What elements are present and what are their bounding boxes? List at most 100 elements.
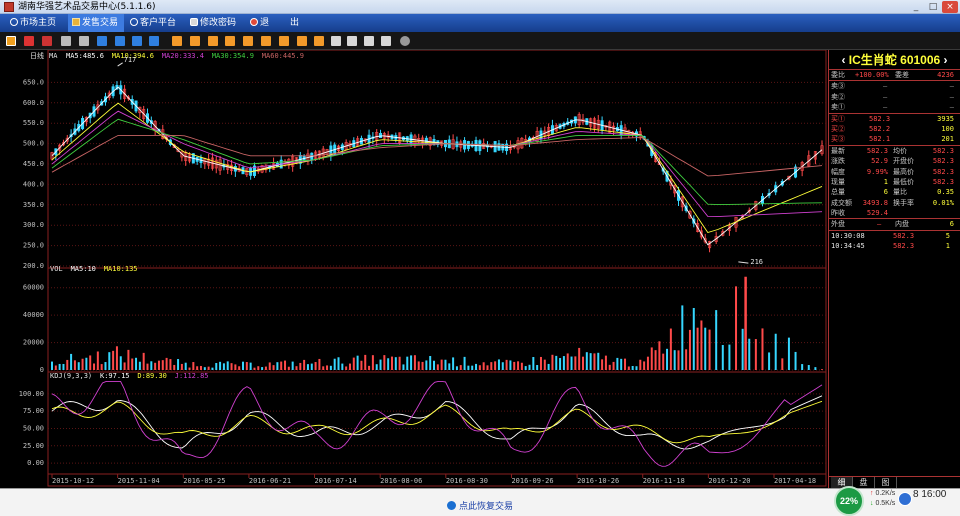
tool-5-icon[interactable]: [243, 36, 253, 46]
kline-chart-svg[interactable]: 650.0 600.0 550.0 500.0 450.0 400.0 350.0 300.0…: [0, 50, 828, 488]
candle-body: [379, 132, 383, 138]
stat-label-2: 开盘价: [893, 157, 914, 166]
quote-name: IC生肖蛇: [848, 53, 897, 67]
weibi-label: 委比: [831, 71, 845, 79]
volume-bar: [238, 366, 241, 370]
volume-bar: [578, 347, 581, 370]
maximize-button[interactable]: □: [925, 1, 941, 13]
trend-line-icon[interactable]: [24, 36, 34, 46]
menu-logout[interactable]: 退: [250, 14, 272, 32]
volume-bar: [398, 356, 401, 370]
next-arrow-icon[interactable]: ›: [944, 53, 948, 67]
brush-icon[interactable]: [381, 36, 391, 46]
zoom-out-icon[interactable]: [347, 36, 357, 46]
volume-bar: [513, 361, 516, 370]
volume-bar: [497, 359, 500, 370]
date-tick-label: 2016-06-21: [249, 477, 291, 485]
volume-bar: [658, 341, 661, 370]
gear-icon[interactable]: [400, 36, 410, 46]
prev-arrow-icon[interactable]: ‹: [841, 53, 845, 67]
ma-legend-item: MA20:333.4: [162, 52, 204, 60]
tool-6-icon[interactable]: [261, 36, 271, 46]
volume-bar: [54, 365, 57, 370]
volume-bar: [555, 355, 558, 370]
volume-bar: [295, 366, 298, 370]
home-icon: [10, 18, 18, 26]
volume-bar: [768, 352, 771, 370]
clock: 8 16:00: [913, 489, 947, 500]
status-bar: 点此恢复交易 8 16:00: [0, 488, 960, 516]
stat-value: 529.4: [866, 209, 888, 218]
tool-2-icon[interactable]: [190, 36, 200, 46]
menu-client-platform[interactable]: 客户平台: [130, 14, 182, 32]
volume-bar: [306, 364, 309, 370]
price-tick-label: 450.0: [23, 160, 44, 168]
tool-3-icon[interactable]: [208, 36, 218, 46]
volume-bar: [272, 365, 275, 370]
kline-chart-icon[interactable]: [6, 36, 16, 46]
period-icon[interactable]: [61, 36, 71, 46]
volume-bar: [436, 364, 439, 370]
volume-bar: [524, 366, 527, 370]
volume-bar: [467, 365, 470, 370]
volume-bar: [631, 366, 634, 370]
kline-chart-area[interactable]: 650.0 600.0 550.0 500.0 450.0 400.0 350.0 300.0…: [0, 50, 828, 488]
volume-bar: [268, 362, 271, 370]
network-widget[interactable]: 22% ↑ 0.2K/s ↓ 0.5K/s: [834, 486, 914, 516]
period-month-icon[interactable]: [132, 36, 142, 46]
weibi-value: +100.00%: [855, 71, 889, 79]
accelerator-ball-icon[interactable]: [898, 492, 912, 506]
volume-bar: [142, 352, 145, 370]
tool-8-icon[interactable]: [297, 36, 307, 46]
menu-issue-trade[interactable]: 发售交易: [68, 14, 124, 32]
volume-bar: [375, 364, 378, 370]
menu-issue-trade-label: 发售交易: [82, 18, 119, 28]
zoom-in-icon[interactable]: [331, 36, 341, 46]
restore-trade-link[interactable]: 点此恢复交易: [0, 499, 960, 512]
indicator-icon[interactable]: [42, 36, 52, 46]
volume-bar: [704, 327, 707, 370]
buy-row: 买① 582.3 3935: [829, 114, 960, 124]
title-bar: 湖南华强艺术品交易中心(5.1.1.6) _ □ ×: [0, 0, 960, 14]
volume-bar: [505, 359, 508, 370]
volume-bar: [490, 362, 493, 370]
stat-row: 最新 582.3 均价 582.3: [829, 146, 960, 156]
close-button[interactable]: ×: [942, 1, 958, 13]
ma-line: [51, 110, 823, 218]
period-minute-icon[interactable]: [79, 36, 89, 46]
period-week-icon[interactable]: [115, 36, 125, 46]
kdj-tick-label: 100.00: [19, 390, 44, 398]
menu-exit[interactable]: 出: [290, 14, 302, 32]
volume-bar: [348, 363, 351, 370]
period-day-icon[interactable]: [97, 36, 107, 46]
draw-line-icon[interactable]: [364, 36, 374, 46]
volume-bar: [188, 367, 191, 370]
tick-volume: 5: [945, 231, 950, 240]
ma-legend-item: MA5:485.6: [66, 52, 104, 60]
volume-bar: [199, 365, 202, 370]
date-tick-label: 2016-05-25: [183, 477, 225, 485]
volume-bar: [70, 353, 73, 370]
volume-bar: [448, 363, 451, 370]
tool-9-icon[interactable]: [314, 36, 324, 46]
low-price-label: 216: [750, 258, 763, 266]
tick-row: 10:30:08 582.3 5: [829, 231, 960, 241]
ma-line: [51, 118, 823, 206]
tool-7-icon[interactable]: [279, 36, 289, 46]
volume-bar: [234, 364, 237, 370]
tool-4-icon[interactable]: [225, 36, 235, 46]
period-year-icon[interactable]: [149, 36, 159, 46]
volume-bar: [452, 357, 455, 370]
menu-market-home[interactable]: 市场主页: [10, 14, 62, 32]
vol-tick-label: 20000: [23, 339, 44, 347]
volume-bar: [161, 360, 164, 370]
tool-1-icon[interactable]: [172, 36, 182, 46]
volume-bar: [177, 359, 180, 370]
tick-volume: 1: [945, 242, 950, 251]
stat-label: 涨跌: [831, 157, 845, 166]
volume-bar: [421, 361, 424, 370]
volume-bar: [329, 365, 332, 370]
minimize-button[interactable]: _: [908, 1, 924, 13]
price-tick-label: 400.0: [23, 180, 44, 188]
menu-change-password[interactable]: 修改密码: [190, 14, 242, 32]
